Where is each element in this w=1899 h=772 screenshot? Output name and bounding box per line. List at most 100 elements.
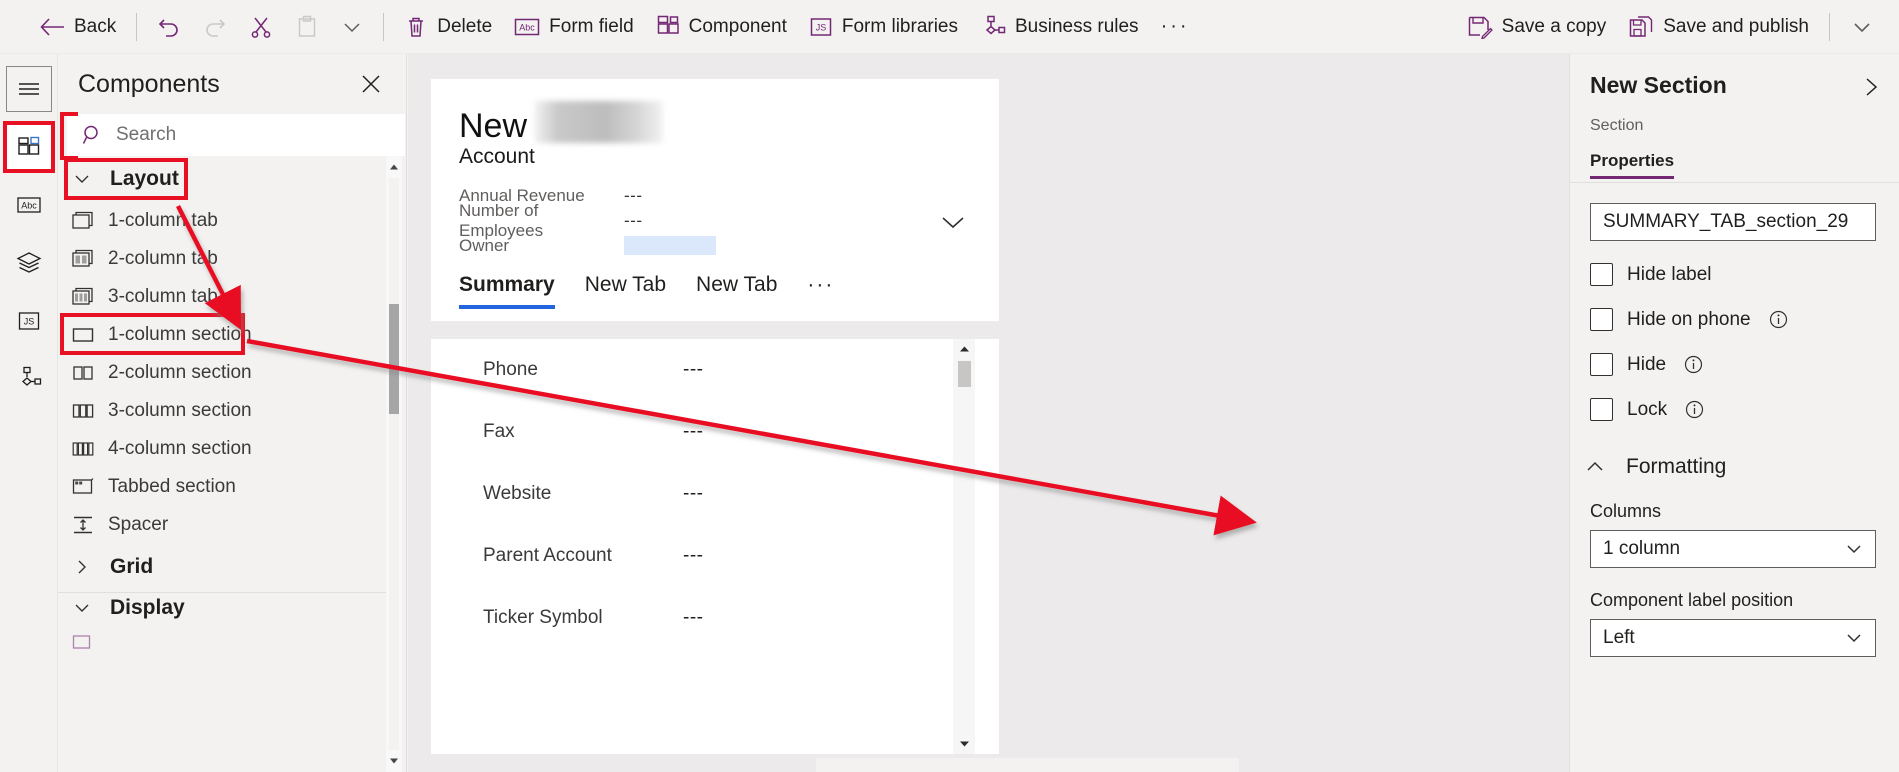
group-header-layout[interactable]: Layout <box>58 156 392 202</box>
checkbox-lock[interactable]: Lock <box>1590 398 1899 421</box>
info-icon[interactable] <box>1684 355 1703 374</box>
search-box[interactable] <box>60 112 405 160</box>
components-list-scroll: Layout 1-column tab 2-column tab 3-colum… <box>58 156 392 772</box>
collapse-properties-button[interactable] <box>1857 72 1885 107</box>
info-icon[interactable] <box>1685 400 1704 419</box>
save-options-button[interactable] <box>1839 7 1885 47</box>
checkbox-box[interactable] <box>1590 308 1613 331</box>
left-rail: Abc JS <box>0 54 58 772</box>
close-icon <box>360 73 382 95</box>
back-button[interactable]: Back <box>28 7 127 47</box>
rail-item-business-rules[interactable] <box>6 356 52 402</box>
form-body-card: Phone --- Fax --- Website --- Parent Acc… <box>431 339 999 754</box>
rail-item-hamburger-menu[interactable] <box>5 66 52 112</box>
tab-new-tab-1[interactable]: New Tab <box>585 269 666 297</box>
save-and-publish-button[interactable]: Save and publish <box>1617 7 1820 47</box>
close-panel-button[interactable] <box>354 67 388 101</box>
component-button[interactable]: Component <box>645 7 798 47</box>
command-bar-left: Back Delete Abc Form field Component JS … <box>0 7 1456 47</box>
chevron-right-icon <box>72 557 92 577</box>
scrollbar-thumb[interactable] <box>389 304 399 414</box>
form-field-row[interactable]: Website --- <box>431 463 999 525</box>
group-header-grid[interactable]: Grid <box>58 544 392 590</box>
expand-header-button[interactable] <box>937 211 969 238</box>
checkbox-label: Hide label <box>1627 263 1712 285</box>
rail-item-fields[interactable]: Abc <box>6 182 52 228</box>
tab-summary[interactable]: Summary <box>459 269 555 309</box>
paste-button[interactable] <box>284 7 330 47</box>
rail-item-components[interactable] <box>2 121 55 173</box>
component-item-label: 1-column section <box>108 324 252 345</box>
form-field-row[interactable]: Phone --- <box>431 339 999 401</box>
component-item-2-column-tab[interactable]: 2-column tab <box>58 240 392 278</box>
form-field-value: --- <box>683 545 704 566</box>
scroll-down-button[interactable] <box>953 734 975 754</box>
paste-icon <box>295 15 319 39</box>
form-libraries-button[interactable]: JS Form libraries <box>798 7 969 47</box>
form-field-label: Form field <box>549 15 634 37</box>
tabs-overflow-button[interactable]: ··· <box>807 269 834 297</box>
checkbox-hide-on-phone[interactable]: Hide on phone <box>1590 308 1899 331</box>
component-item-tabbed-section[interactable]: Tabbed section <box>58 468 392 506</box>
info-icon[interactable] <box>1769 310 1788 329</box>
form-field-row[interactable]: Ticker Symbol --- <box>431 587 999 649</box>
form-field-value: --- <box>683 483 704 504</box>
business-rules-button[interactable]: Business rules <box>969 7 1150 47</box>
form-body-scrollbar[interactable] <box>953 339 975 754</box>
tab-properties[interactable]: Properties <box>1590 151 1675 179</box>
rail-item-layers[interactable] <box>6 240 52 286</box>
overflow-label: ··· <box>1160 15 1190 37</box>
form-field-row[interactable]: Parent Account --- <box>431 525 999 587</box>
paste-options-button[interactable] <box>330 7 374 47</box>
tab-new-tab-2[interactable]: New Tab <box>696 269 777 297</box>
component-item-1-column-tab[interactable]: 1-column tab <box>58 202 392 240</box>
component-item-1-column-section[interactable]: 1-column section <box>58 313 392 355</box>
tab-label: New Tab <box>696 273 778 296</box>
scroll-up-button[interactable] <box>953 339 975 359</box>
section-name-input[interactable] <box>1590 203 1876 241</box>
group-header-display[interactable]: Display <box>58 593 392 623</box>
component-item-4-column-section[interactable]: 4-column section <box>58 430 392 468</box>
trash-icon <box>404 15 428 39</box>
components-scrollbar[interactable] <box>386 156 402 772</box>
header-field-row[interactable]: Number of Employees --- <box>459 201 999 240</box>
tabbed-section-icon <box>72 477 94 497</box>
component-item-2-column-section[interactable]: 2-column section <box>58 354 392 392</box>
overflow-button[interactable]: ··· <box>1150 7 1201 47</box>
delete-button[interactable]: Delete <box>393 7 503 47</box>
scroll-down-button[interactable] <box>386 752 402 770</box>
component-item-spacer[interactable]: Spacer <box>58 506 392 544</box>
search-input[interactable] <box>116 115 390 155</box>
save-and-publish-label: Save and publish <box>1663 15 1809 37</box>
cut-button[interactable] <box>238 7 284 47</box>
label-position-dropdown[interactable]: Left <box>1590 619 1876 657</box>
one-column-section-icon <box>72 326 94 344</box>
formatting-section-header[interactable]: Formatting <box>1584 455 1899 479</box>
group-label: Grid <box>110 555 154 578</box>
scrollbar-thumb[interactable] <box>958 361 971 387</box>
component-item-3-column-section[interactable]: 3-column section <box>58 392 392 430</box>
properties-panel: New Section Section Properties Hide labe… <box>1569 54 1899 772</box>
form-field-button[interactable]: Abc Form field <box>503 7 644 47</box>
checkbox-hide[interactable]: Hide <box>1590 353 1899 376</box>
svg-text:Abc: Abc <box>21 201 37 211</box>
form-canvas: New Account Annual Revenue --- Number of… <box>408 54 1569 772</box>
scroll-up-button[interactable] <box>386 158 402 176</box>
checkbox-box[interactable] <box>1590 353 1613 376</box>
header-field-row[interactable]: Owner <box>459 233 999 258</box>
rail-item-form-libraries[interactable]: JS <box>6 298 52 344</box>
component-item-partial[interactable] <box>58 623 392 661</box>
components-grid-icon <box>16 134 42 160</box>
component-item-label: Spacer <box>108 514 169 535</box>
form-field-row[interactable]: Fax --- <box>431 401 999 463</box>
chevron-down-icon <box>72 169 92 189</box>
save-a-copy-button[interactable]: Save a copy <box>1456 7 1618 47</box>
redo-button[interactable] <box>192 7 238 47</box>
checkbox-box[interactable] <box>1590 263 1613 286</box>
checkbox-box[interactable] <box>1590 398 1613 421</box>
checkbox-hide-label[interactable]: Hide label <box>1590 263 1899 286</box>
undo-button[interactable] <box>146 7 192 47</box>
components-panel-header: Components <box>58 54 406 114</box>
columns-dropdown[interactable]: 1 column <box>1590 530 1876 568</box>
component-item-3-column-tab[interactable]: 3-column tab <box>58 278 392 316</box>
